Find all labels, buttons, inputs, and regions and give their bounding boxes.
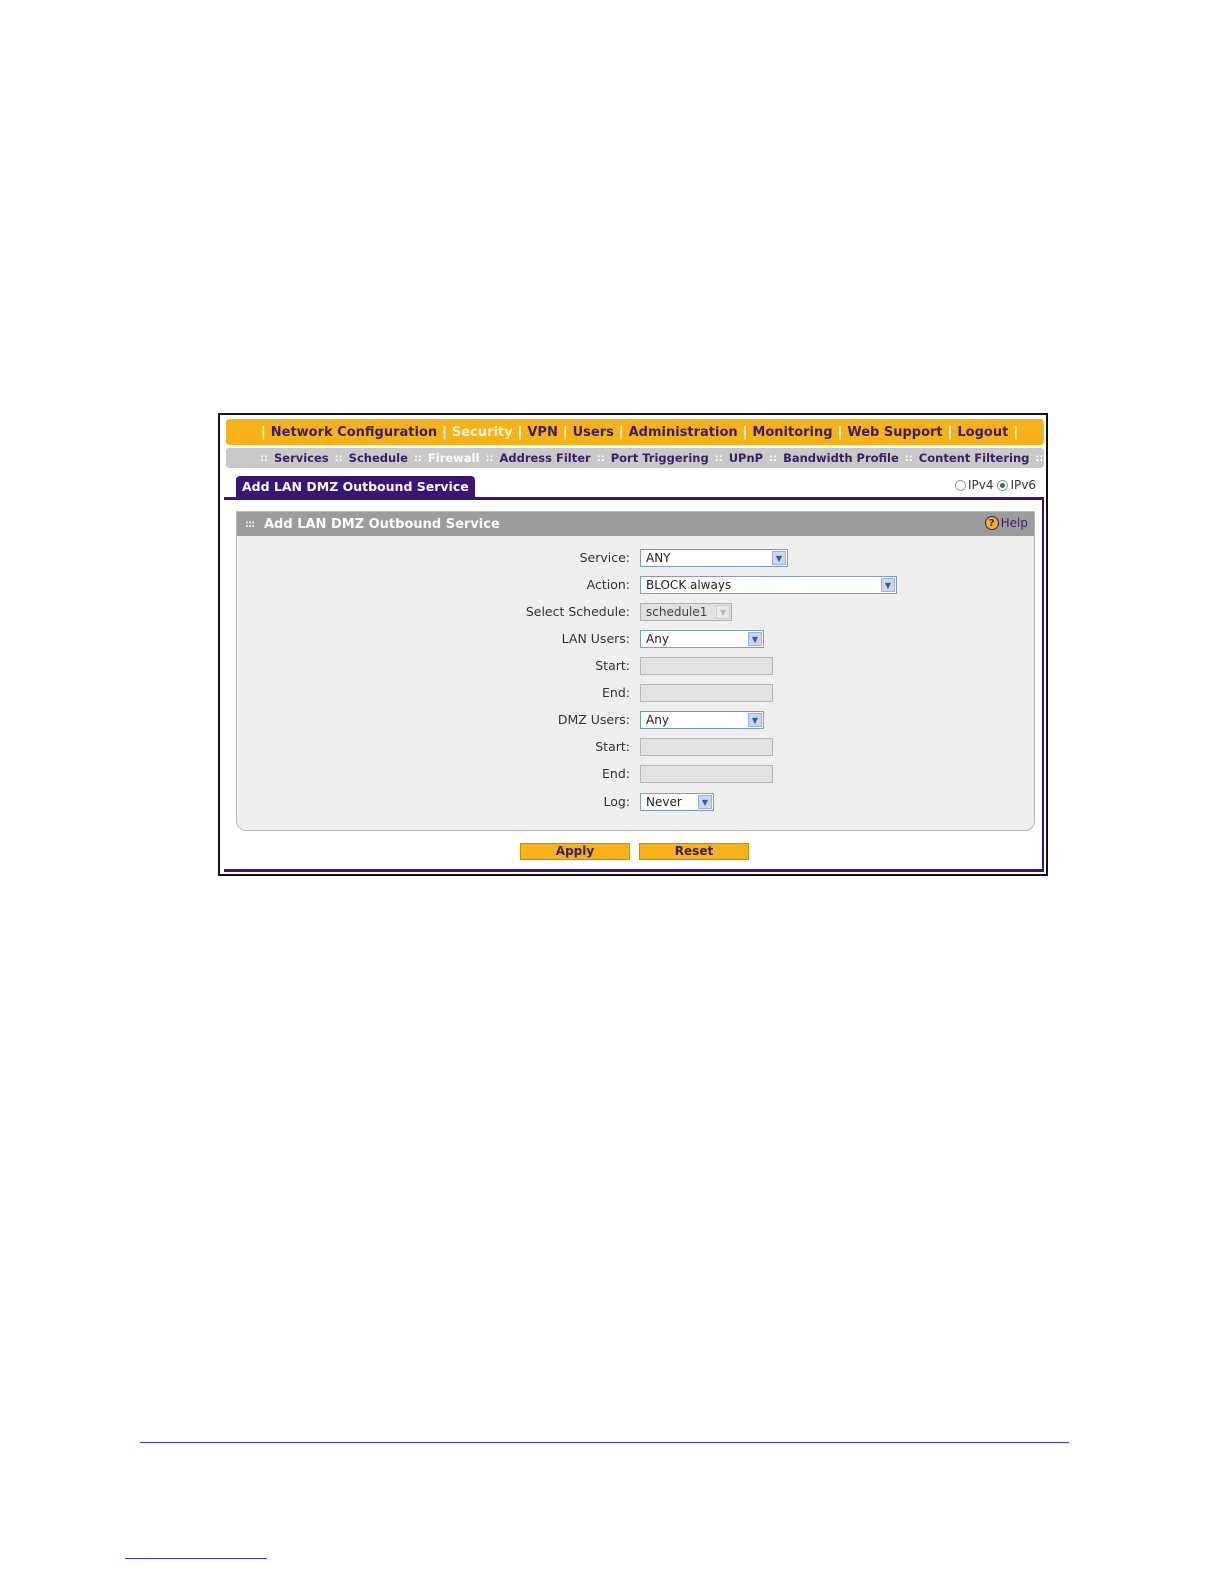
sub-nav-firewall[interactable]: Firewall <box>428 451 480 465</box>
main-nav-monitoring[interactable]: Monitoring <box>752 425 832 440</box>
help-link[interactable]: ? Help <box>984 516 1028 530</box>
log-label: Log: <box>603 794 630 809</box>
main-nav-logout[interactable]: Logout <box>957 425 1008 440</box>
lan-users-row: LAN Users: Any ▼ <box>237 630 1034 649</box>
main-nav-administration[interactable]: Administration <box>629 425 738 440</box>
add-service-panel: ::: Add LAN DMZ Outbound Service ? Help … <box>236 511 1035 831</box>
chevron-down-icon: ▼ <box>748 713 762 727</box>
ipv4-radio[interactable] <box>954 479 966 491</box>
grip-icon: ::: <box>245 518 255 530</box>
lan-users-label: LAN Users: <box>561 631 630 646</box>
ipv4-label: IPv4 <box>967 478 994 492</box>
reset-button[interactable]: Reset <box>639 843 749 860</box>
main-nav-security[interactable]: Security <box>452 425 513 440</box>
action-label: Action: <box>586 577 630 592</box>
sub-nav-content-filtering[interactable]: Content Filtering <box>919 451 1030 465</box>
lan-start-input <box>640 657 773 675</box>
dmz-users-label: DMZ Users: <box>557 712 630 727</box>
main-nav-vpn[interactable]: VPN <box>527 425 557 440</box>
dmz-start-input <box>640 738 773 756</box>
sub-nav-schedule[interactable]: Schedule <box>349 451 408 465</box>
ipv6-label: IPv6 <box>1010 478 1036 492</box>
dmz-end-input <box>640 765 773 783</box>
sub-nav-bandwidth-profile[interactable]: Bandwidth Profile <box>783 451 899 465</box>
action-row: Action: BLOCK always ▼ <box>237 576 1034 595</box>
dmz-start-row: Start: <box>237 738 1034 757</box>
dmz-users-value: Any <box>646 713 669 727</box>
dmz-users-select[interactable]: Any ▼ <box>640 711 764 729</box>
service-label: Service: <box>579 550 630 565</box>
service-select[interactable]: ANY ▼ <box>640 549 788 567</box>
main-nav-users[interactable]: Users <box>573 425 614 440</box>
log-row: Log: Never ▼ <box>237 793 1034 812</box>
service-value: ANY <box>646 551 671 565</box>
main-nav-network-configuration[interactable]: Network Configuration <box>271 425 437 440</box>
lan-end-label: End: <box>602 685 630 700</box>
action-value: BLOCK always <box>646 578 732 592</box>
schedule-select: schedule1 ▼ <box>640 603 732 621</box>
schedule-label: Select Schedule: <box>525 604 630 619</box>
footer-link-underline <box>125 1558 267 1559</box>
apply-button[interactable]: Apply <box>520 843 630 860</box>
lan-end-input <box>640 684 773 702</box>
screenshot-frame: | Network Configuration | Security | VPN… <box>218 413 1048 876</box>
schedule-value: schedule1 <box>646 605 708 619</box>
help-icon: ? <box>984 516 999 530</box>
tab-add-lan-dmz-outbound-service[interactable]: Add LAN DMZ Outbound Service <box>236 476 475 497</box>
service-row: Service: ANY ▼ <box>237 549 1034 568</box>
footer-divider <box>140 1442 1069 1443</box>
main-nav-web-support[interactable]: Web Support <box>847 425 942 440</box>
lan-start-row: Start: <box>237 657 1034 676</box>
panel-title: Add LAN DMZ Outbound Service <box>264 516 500 532</box>
dmz-end-row: End: <box>237 765 1034 784</box>
sub-nav-address-filter[interactable]: Address Filter <box>499 451 590 465</box>
ip-version-selector: IPv4 IPv6 <box>951 478 1036 492</box>
dmz-end-label: End: <box>602 766 630 781</box>
lan-users-value: Any <box>646 632 669 646</box>
action-select[interactable]: BLOCK always ▼ <box>640 576 897 594</box>
panel-header: ::: Add LAN DMZ Outbound Service ? Help <box>237 512 1034 536</box>
sub-nav-upnp[interactable]: UPnP <box>729 451 763 465</box>
sub-nav: :: Services :: Schedule :: Firewall :: A… <box>226 448 1044 468</box>
dmz-start-label: Start: <box>595 739 630 754</box>
lan-end-row: End: <box>237 684 1034 703</box>
lan-start-label: Start: <box>595 658 630 673</box>
chevron-down-icon: ▼ <box>716 605 730 619</box>
main-nav: | Network Configuration | Security | VPN… <box>226 419 1044 445</box>
chevron-down-icon: ▼ <box>881 578 895 592</box>
schedule-row: Select Schedule: schedule1 ▼ <box>237 603 1034 622</box>
dmz-users-row: DMZ Users: Any ▼ <box>237 711 1034 730</box>
chevron-down-icon: ▼ <box>748 632 762 646</box>
lan-users-select[interactable]: Any ▼ <box>640 630 764 648</box>
ipv6-radio[interactable] <box>997 479 1009 491</box>
log-value: Never <box>646 795 682 809</box>
sub-nav-port-triggering[interactable]: Port Triggering <box>611 451 709 465</box>
help-label: Help <box>1000 516 1028 530</box>
log-select[interactable]: Never ▼ <box>640 793 714 811</box>
chevron-down-icon: ▼ <box>772 551 786 565</box>
sub-nav-services[interactable]: Services <box>274 451 329 465</box>
chevron-down-icon: ▼ <box>698 795 712 809</box>
